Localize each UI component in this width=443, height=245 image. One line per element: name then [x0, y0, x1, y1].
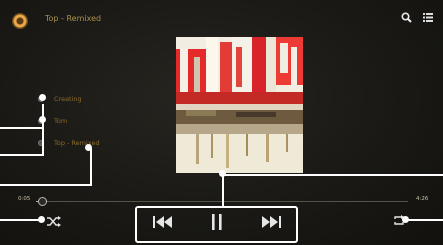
- bullet-icon: [38, 140, 44, 146]
- next-button[interactable]: [256, 212, 286, 232]
- track-title: Top - Remixed: [45, 14, 102, 23]
- music-player-screen: Top - Remixed Creating Tom Top - Remixed…: [0, 0, 443, 245]
- shuffle-icon: [47, 215, 61, 227]
- callout-dot-album: [39, 116, 46, 123]
- search-icon[interactable]: [398, 9, 414, 25]
- skip-previous-icon: [153, 216, 172, 228]
- callout-dot-song: [85, 144, 92, 151]
- previous-button[interactable]: [148, 212, 178, 232]
- callout-dot-progress: [219, 170, 226, 177]
- callout-line-song: [0, 148, 92, 186]
- callout-line-repeat: [406, 219, 443, 221]
- album-art: [176, 37, 303, 173]
- app-logo-icon[interactable]: [12, 13, 28, 29]
- callout-line-shuffle: [0, 219, 42, 221]
- skip-next-icon: [262, 216, 281, 228]
- pause-icon: [212, 214, 222, 230]
- callout-dot-artist: [39, 94, 46, 101]
- total-time: 4:26: [416, 196, 429, 202]
- elapsed-time: 0:05: [18, 196, 31, 202]
- progress-thumb[interactable]: [38, 197, 47, 206]
- menu-icon[interactable]: [420, 9, 436, 25]
- progress-track[interactable]: [36, 201, 408, 202]
- callout-dot-shuffle: [38, 216, 45, 223]
- top-bar: Top - Remixed: [0, 0, 443, 38]
- callout-dot-repeat: [402, 216, 409, 223]
- progress-bar[interactable]: 0:05 4:26: [0, 193, 443, 209]
- pause-button[interactable]: [205, 211, 229, 233]
- shuffle-button[interactable]: [43, 213, 65, 229]
